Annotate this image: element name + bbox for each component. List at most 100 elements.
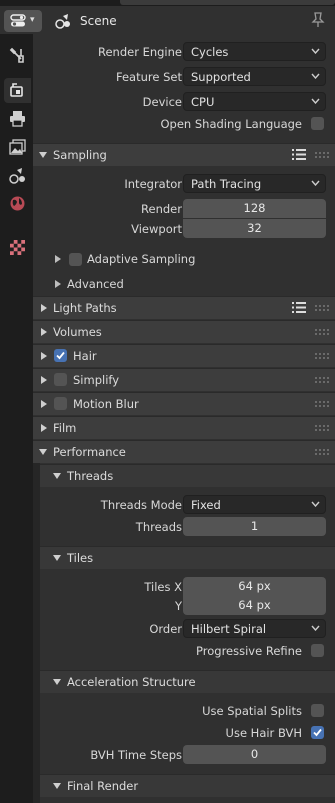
simplify-panel-header[interactable]: Simplify xyxy=(33,368,335,391)
final-render-subpanel-header[interactable]: Final Render xyxy=(40,774,335,797)
collapsed-triangle-icon xyxy=(41,304,47,312)
checker-texture-icon xyxy=(10,240,25,255)
performance-panel-header[interactable]: Performance xyxy=(33,440,335,463)
drag-handle-icon[interactable] xyxy=(315,353,329,359)
bvh-time-steps-label: BVH Time Steps xyxy=(90,748,182,762)
advanced-label: Advanced xyxy=(67,277,124,291)
bvh-time-steps-field[interactable]: 0 xyxy=(183,745,326,764)
tab-tool[interactable] xyxy=(4,43,31,68)
acceleration-title: Acceleration Structure xyxy=(67,675,196,689)
tile-order-dropdown[interactable]: Hilbert Spiral xyxy=(183,619,326,638)
volumes-panel-header[interactable]: Volumes xyxy=(33,320,335,343)
expanded-triangle-icon xyxy=(53,679,61,685)
camera-back-icon xyxy=(10,83,23,97)
feature-set-dropdown[interactable]: Supported xyxy=(183,67,326,86)
hair-bvh-label: Use Hair BVH xyxy=(225,726,302,740)
light-paths-panel-header[interactable]: Light Paths xyxy=(33,296,335,319)
simplify-checkbox[interactable] xyxy=(54,373,67,386)
adaptive-sampling-checkbox[interactable] xyxy=(69,253,82,266)
device-value: CPU xyxy=(191,95,215,109)
adaptive-sampling-subpanel[interactable]: Adaptive Sampling xyxy=(33,248,335,270)
presets-list-icon[interactable] xyxy=(292,148,306,161)
checkmark-icon xyxy=(56,351,65,360)
advanced-subpanel[interactable]: Advanced xyxy=(33,273,335,295)
progressive-refine-label: Progressive Refine xyxy=(196,644,302,658)
threads-subpanel-header[interactable]: Threads xyxy=(40,464,335,487)
tile-order-label: Order xyxy=(149,622,182,636)
hair-checkbox[interactable] xyxy=(54,349,67,362)
tiles-y-field[interactable]: 64 px xyxy=(183,596,326,615)
adaptive-sampling-label: Adaptive Sampling xyxy=(87,252,196,266)
threads-count-field[interactable]: 1 xyxy=(183,517,326,536)
sampling-panel-header[interactable]: Sampling xyxy=(33,143,335,166)
drag-handle-icon[interactable] xyxy=(315,449,329,455)
threads-title: Threads xyxy=(67,469,114,483)
feature-set-label: Feature Set xyxy=(116,70,182,84)
threads-count-row: Threads 1 xyxy=(33,516,335,538)
chevron-down-icon xyxy=(311,501,320,507)
tiles-x-field[interactable]: 64 px xyxy=(183,577,326,596)
pin-icon[interactable] xyxy=(311,12,325,28)
threads-mode-row: Threads Mode Fixed xyxy=(33,494,335,516)
viewport-samples-value: 32 xyxy=(247,221,262,235)
render-samples-field[interactable]: 128 xyxy=(183,199,326,218)
threads-mode-dropdown[interactable]: Fixed xyxy=(183,495,326,514)
render-engine-dropdown[interactable]: Cycles xyxy=(183,42,326,61)
spatial-splits-checkbox[interactable] xyxy=(311,704,324,717)
tab-render[interactable] xyxy=(4,78,31,103)
world-icon xyxy=(10,196,25,211)
bvh-time-steps-value: 0 xyxy=(250,747,259,761)
chevron-down-icon xyxy=(311,180,320,186)
tab-scene[interactable] xyxy=(4,163,31,188)
hair-bvh-checkbox[interactable] xyxy=(311,726,324,739)
progressive-refine-checkbox[interactable] xyxy=(311,644,324,657)
motion-blur-panel-header[interactable]: Motion Blur xyxy=(33,392,335,415)
drag-handle-icon[interactable] xyxy=(315,401,329,407)
checkmark-icon xyxy=(313,728,322,737)
tiles-x-value: 64 px xyxy=(238,579,271,593)
editor-type-button[interactable]: ▾ xyxy=(4,10,42,32)
viewport-samples-field[interactable]: 32 xyxy=(183,219,326,238)
top-strip xyxy=(0,0,335,6)
integrator-dropdown[interactable]: Path Tracing xyxy=(183,174,326,193)
osl-label: Open Shading Language xyxy=(160,117,303,131)
drag-handle-icon[interactable] xyxy=(315,425,329,431)
tiles-y-value: 64 px xyxy=(238,598,271,612)
viewport-samples-label: Viewport xyxy=(131,222,182,236)
collapsed-triangle-icon xyxy=(41,424,47,432)
render-samples-label: Render xyxy=(141,202,182,216)
chevron-down-icon xyxy=(311,625,320,631)
wrench-screwdriver-icon xyxy=(9,47,24,63)
drag-handle-icon[interactable] xyxy=(315,152,329,158)
acceleration-subpanel-header[interactable]: Acceleration Structure xyxy=(40,670,335,693)
film-panel-header[interactable]: Film xyxy=(33,416,335,439)
hair-panel-header[interactable]: Hair xyxy=(33,344,335,367)
collapsed-triangle-icon xyxy=(41,376,47,384)
tab-world[interactable] xyxy=(4,191,31,216)
presets-list-icon[interactable] xyxy=(292,301,306,314)
chevron-down-icon: ▾ xyxy=(30,15,35,25)
drag-handle-icon[interactable] xyxy=(315,305,329,311)
chevron-down-icon xyxy=(311,73,320,79)
tile-order-value: Hilbert Spiral xyxy=(191,622,267,636)
tab-output[interactable] xyxy=(4,106,31,131)
drag-handle-icon[interactable] xyxy=(315,329,329,335)
progressive-refine-row: Progressive Refine xyxy=(33,640,335,662)
sampling-title: Sampling xyxy=(53,148,107,162)
feature-set-row: Feature Set Supported xyxy=(33,66,335,88)
properties-editor-icon xyxy=(10,14,26,27)
render-samples-row: Render 128 xyxy=(33,198,335,220)
chevron-down-icon xyxy=(311,48,320,54)
expanded-triangle-icon xyxy=(53,473,61,479)
tiles-subpanel-header[interactable]: Tiles xyxy=(40,546,335,569)
threads-mode-value: Fixed xyxy=(191,498,221,512)
integrator-row: Integrator Path Tracing xyxy=(33,173,335,195)
tab-view-layer[interactable] xyxy=(4,135,31,160)
motion-blur-checkbox[interactable] xyxy=(54,397,67,410)
drag-handle-icon[interactable] xyxy=(315,377,329,383)
tab-texture[interactable] xyxy=(4,235,31,260)
final-render-title: Final Render xyxy=(67,779,139,793)
osl-checkbox[interactable] xyxy=(311,117,324,130)
device-dropdown[interactable]: CPU xyxy=(183,92,326,111)
threads-count-value: 1 xyxy=(250,519,259,533)
